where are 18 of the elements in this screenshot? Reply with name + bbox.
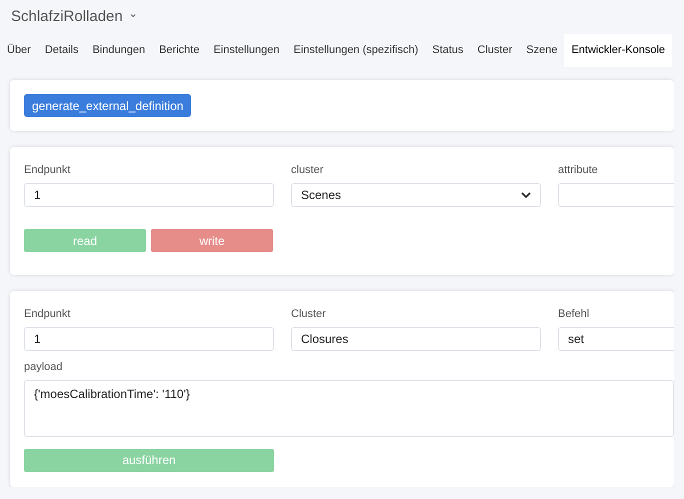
field-label: Cluster [291, 307, 327, 321]
caret-icon[interactable]: ⌄ [128, 8, 138, 20]
field-label: cluster [291, 163, 324, 177]
field-label: Endpunkt [24, 307, 72, 321]
payload-field[interactable]: {'moesCalibrationTime': '110'} [24, 380, 674, 437]
field-label: Befehl [558, 307, 590, 321]
field-label: Endpunkt [24, 163, 72, 177]
input-field[interactable]: set [558, 327, 674, 351]
input-field[interactable]: 1 [24, 327, 274, 351]
field-label: payload [24, 360, 64, 374]
input-field[interactable]: 1 [24, 183, 274, 207]
select-field[interactable]: Scenes [291, 183, 541, 207]
field-label: attribute [558, 163, 599, 177]
generate-definition-button[interactable]: generate_external_definition [24, 94, 192, 117]
input-field[interactable]: Closures [291, 327, 541, 351]
device-title[interactable]: SchlafziRolladen [11, 6, 123, 28]
chevron-down-icon [521, 192, 531, 198]
tab[interactable]: Entwickler-Konsole [564, 34, 672, 67]
